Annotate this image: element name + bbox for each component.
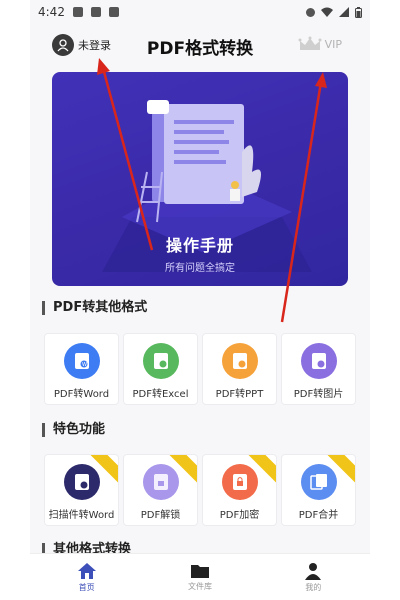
- svg-text:W: W: [82, 362, 87, 368]
- section-title-pdf-to-other: PDF转其他格式: [42, 301, 147, 315]
- pdf-to-excel-button[interactable]: PDF转Excel: [123, 333, 198, 405]
- pdf-merge-button[interactable]: PDF合并: [281, 454, 356, 526]
- pdf-to-other-grid: W PDF转Word PDF转Excel PDF转PPT PDF转图片: [44, 333, 358, 405]
- pdf-to-excel-label: PDF转Excel: [132, 389, 189, 400]
- word-doc-icon: W: [63, 343, 100, 379]
- pdf-encrypt-button[interactable]: PDF加密: [202, 454, 277, 526]
- signal-icon: [339, 7, 349, 17]
- section-title-features: 特色功能: [42, 423, 105, 437]
- scan-to-word-button[interactable]: 扫描件转Word: [44, 454, 119, 526]
- ppt-doc-icon: [221, 343, 258, 379]
- nav-home-label: 首页: [78, 582, 95, 592]
- gallery-icon: [90, 7, 101, 17]
- app-notification-icon: [108, 7, 119, 17]
- notification-icon: [72, 7, 83, 17]
- nav-mine[interactable]: 我的: [257, 554, 370, 600]
- bottom-nav: 首页 文件库 我的: [30, 553, 370, 600]
- vip-button[interactable]: VIP: [298, 36, 342, 52]
- vip-label: VIP: [324, 37, 342, 51]
- crown-icon: [298, 36, 322, 50]
- nav-file-library[interactable]: 文件库: [143, 554, 256, 600]
- pdf-to-word-button[interactable]: W PDF转Word: [44, 333, 119, 405]
- status-time: 4:42: [38, 5, 65, 19]
- features-grid: 扫描件转Word PDF解锁 PDF加密 PDF合并: [44, 454, 358, 526]
- pdf-to-image-label: PDF转图片: [293, 389, 344, 400]
- pdf-to-image-button[interactable]: PDF转图片: [281, 333, 356, 405]
- manual-banner[interactable]: 操作手册 所有问题全搞定: [52, 72, 348, 286]
- pdf-to-word-label: PDF转Word: [53, 389, 110, 400]
- call-icon: [306, 7, 315, 17]
- wifi-icon: [321, 7, 333, 17]
- banner-subtitle: 所有问题全搞定: [165, 263, 235, 274]
- pdf-unlock-button[interactable]: PDF解锁: [123, 454, 198, 526]
- pdf-encrypt-label: PDF加密: [219, 510, 260, 521]
- banner-title: 操作手册: [165, 236, 234, 255]
- folder-icon: [190, 564, 209, 578]
- scan-icon: [63, 464, 100, 500]
- pdf-unlock-label: PDF解锁: [140, 510, 181, 521]
- person-icon: [305, 562, 322, 580]
- excel-doc-icon: [142, 343, 179, 379]
- battery-icon: [355, 6, 362, 18]
- pdf-to-ppt-button[interactable]: PDF转PPT: [202, 333, 277, 405]
- home-icon: [77, 562, 96, 579]
- pdf-to-ppt-label: PDF转PPT: [215, 389, 264, 400]
- scan-to-word-label: 扫描件转Word: [48, 510, 115, 521]
- image-doc-icon: [300, 343, 337, 379]
- merge-icon: [300, 464, 337, 500]
- app-screen: 4:42 未登录 PDF格式转换 VIP 操作手册 所有问题全搞定 PDF转其他…: [30, 0, 370, 600]
- nav-file-library-label: 文件库: [187, 581, 212, 591]
- nav-home[interactable]: 首页: [30, 554, 143, 600]
- status-bar: 4:42: [30, 0, 370, 24]
- nav-mine-label: 我的: [305, 582, 322, 592]
- app-header: 未登录 PDF格式转换 VIP: [30, 28, 370, 64]
- unlock-icon: [142, 464, 179, 500]
- pdf-merge-label: PDF合并: [298, 510, 339, 521]
- lock-icon: [221, 464, 258, 500]
